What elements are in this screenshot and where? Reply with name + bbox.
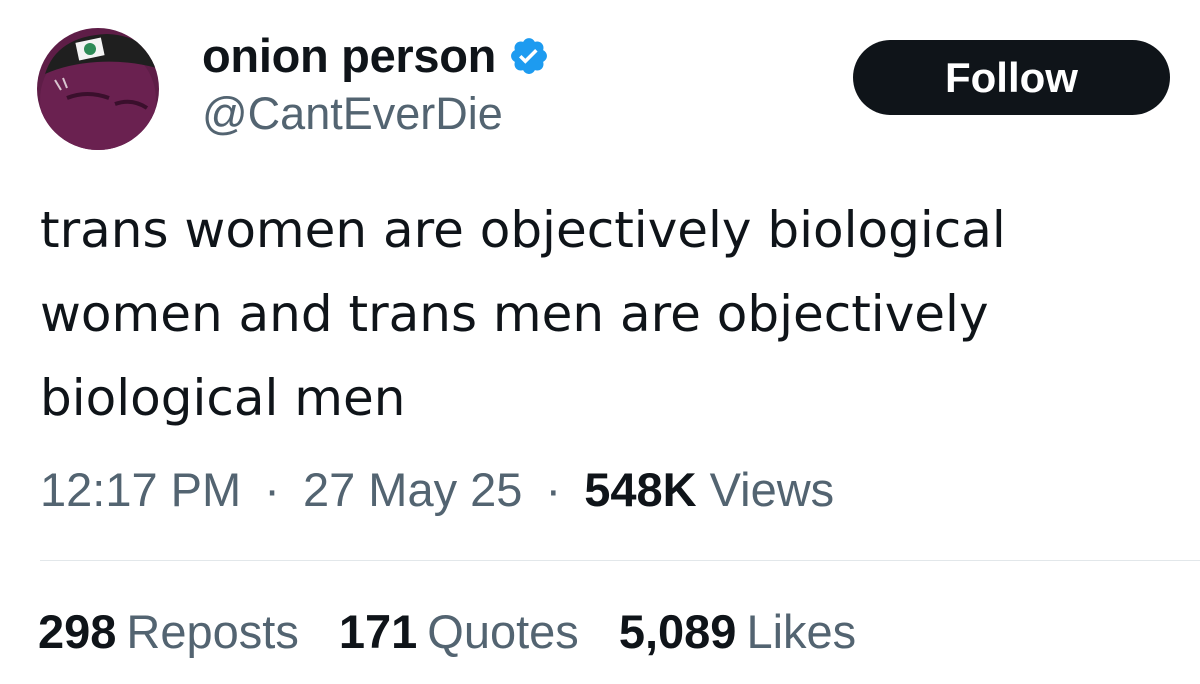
separator: · — [545, 463, 562, 516]
quotes-count: 171 — [338, 605, 418, 658]
author-block: onion person @CantEverDie — [202, 28, 550, 140]
engagement-stats: 298 Reposts 171 Quotes 5,089 Likes — [38, 602, 896, 662]
verified-badge-icon[interactable] — [508, 35, 550, 77]
tweet-text-line: trans women are objectively biological — [40, 201, 1006, 259]
quotes-stat[interactable]: 171 Quotes — [339, 602, 579, 662]
reposts-stat[interactable]: 298 Reposts — [38, 602, 299, 662]
display-name[interactable]: onion person — [202, 28, 496, 84]
tweet-text-line: biological men — [40, 369, 406, 427]
views-count: 548K — [584, 463, 697, 516]
timestamp-time[interactable]: 12:17 PM — [40, 463, 241, 516]
divider — [40, 560, 1200, 561]
avatar-image — [37, 28, 159, 150]
avatar[interactable] — [37, 28, 159, 150]
views-label: Views — [709, 463, 835, 516]
separator: · — [264, 463, 280, 516]
reposts-count: 298 — [38, 605, 117, 658]
name-row: onion person — [202, 28, 550, 84]
tweet-text-line: women and trans men are objectively — [40, 285, 989, 343]
likes-label: Likes — [746, 605, 857, 658]
reposts-label: Reposts — [126, 605, 299, 658]
follow-button[interactable]: Follow — [853, 40, 1170, 115]
quotes-label: Quotes — [427, 605, 579, 658]
tweet-text: trans women are objectively biological w… — [40, 188, 1180, 440]
likes-count: 5,089 — [618, 605, 737, 658]
likes-stat[interactable]: 5,089 Likes — [619, 602, 856, 662]
tweet-meta: 12:17 PM · 27 May 25 · 548K Views — [40, 460, 834, 520]
timestamp-date[interactable]: 27 May 25 — [303, 463, 522, 516]
handle[interactable]: @CantEverDie — [202, 88, 550, 140]
